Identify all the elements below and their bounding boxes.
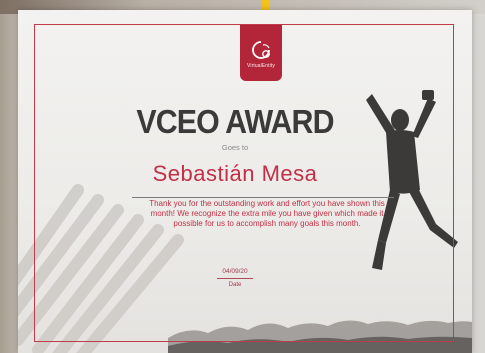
company-logo: VirtualEntity xyxy=(240,25,282,81)
date-label: Date xyxy=(228,282,242,288)
date-value: 04/09/20 xyxy=(222,268,248,275)
goes-to-label: Goes to xyxy=(221,143,249,152)
name-underline xyxy=(132,197,394,198)
yellow-tab-accent xyxy=(262,0,270,10)
recipient-name: Sebastián Mesa xyxy=(152,161,318,186)
logo-mark-icon xyxy=(252,41,270,59)
award-title: VCEO AWARD xyxy=(136,103,334,140)
award-message: Thank you for the outstanding work and e… xyxy=(149,199,385,228)
certificate-card: VirtualEntity VCEO AWARD Goes to Sebasti… xyxy=(18,10,472,353)
logo-text: VirtualEntity xyxy=(247,63,275,69)
certificate-border: VirtualEntity VCEO AWARD Goes to Sebasti… xyxy=(34,24,454,342)
date-underline xyxy=(217,278,253,279)
